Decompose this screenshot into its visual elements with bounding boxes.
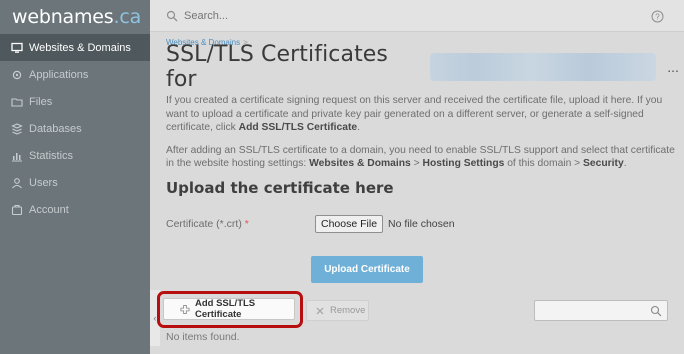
upload-certificate-button[interactable]: Upload Certificate [311,256,423,283]
search-icon [166,10,178,21]
sidebar-item-websites-domains[interactable]: Websites & Domains [0,34,150,61]
account-icon [10,203,23,216]
remove-icon [316,307,324,314]
brand-suffix: .ca [113,6,142,28]
brand-name: webnames [12,6,114,28]
sidebar-item-label: Applications [29,68,89,81]
bar-chart-icon [10,149,23,162]
page-title: SSL/TLS Certificates for [166,42,388,92]
sidebar-item-label: Websites & Domains [29,41,131,54]
sidebar-item-label: Account [29,203,69,216]
database-icon [10,122,23,135]
sidebar-item-users[interactable]: Users [0,169,150,196]
certificate-label: Certificate (*.crt) * [166,217,249,230]
choose-file-button[interactable]: Choose File [315,214,384,233]
highlight-annotation [157,291,303,328]
file-status: No file chosen [388,217,455,230]
sidebar-item-label: Databases [29,122,82,135]
search-input[interactable] [184,9,384,22]
sidebar-item-label: Users [29,176,58,189]
remove-button[interactable]: Remove [306,300,369,321]
certificate-form-row: Certificate (*.crt) * Choose File No fil… [166,214,684,234]
remove-button-label: Remove [330,305,366,316]
top-bar: ? [150,0,684,32]
monitor-icon [10,41,23,54]
intro-add-cert-ref: Add SSL/TLS Certificate [238,122,358,133]
sidebar-item-label: Statistics [29,149,74,162]
empty-list-message: No items found. [166,331,240,343]
list-search-field[interactable] [534,300,668,321]
sidebar-item-files[interactable]: Files [0,88,150,115]
required-marker: * [244,217,249,230]
redacted-domain-name [430,53,657,81]
upload-section-heading: Upload the certificate here [166,178,394,197]
sidebar-item-applications[interactable]: Applications [0,61,150,88]
brand-logo[interactable]: webnames.ca [0,0,150,34]
sidebar-item-statistics[interactable]: Statistics [0,142,150,169]
global-search[interactable] [150,9,384,22]
user-icon [10,176,23,189]
title-row: SSL/TLS Certificates for ... [166,42,684,92]
gear-icon [10,68,23,81]
search-icon [650,305,662,317]
sidebar-item-databases[interactable]: Databases [0,115,150,142]
more-options-button[interactable]: ... [662,57,684,77]
folder-icon [10,95,23,108]
sidebar-item-label: Files [29,95,53,108]
sidebar-item-account[interactable]: Account [0,196,150,223]
help-icon[interactable]: ? [651,10,664,23]
svg-text:?: ? [655,12,660,21]
intro-text: If you created a certificate signing req… [166,95,663,133]
info-text: After adding an SSL/TLS certificate to a… [166,144,675,170]
sidebar: webnames.ca Websites & Domains Applicati… [0,0,150,354]
